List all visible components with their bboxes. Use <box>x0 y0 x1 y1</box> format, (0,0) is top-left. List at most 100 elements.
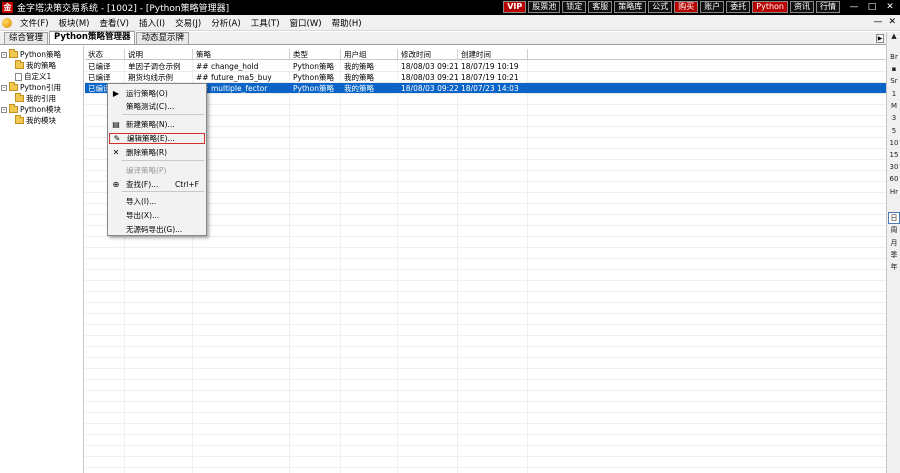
tab-1[interactable]: Python策略管理器 <box>49 31 136 44</box>
context-menu-label: 编译策略(P) <box>126 166 167 175</box>
context-menu-item[interactable]: ✎ 编辑策略(E)... <box>109 133 205 144</box>
menu-item-0[interactable]: 文件(F) <box>15 17 54 29</box>
period-button[interactable]: 30 <box>888 163 900 171</box>
context-menu-label: 运行策略(O) <box>126 89 168 98</box>
close-window-icon[interactable]: ✕ <box>882 1 898 13</box>
menu-item-6[interactable]: 工具(T) <box>246 17 285 29</box>
period-button[interactable]: 周 <box>888 225 900 235</box>
period-button[interactable]: ▲ <box>888 32 900 40</box>
collapse-icon[interactable]: - <box>1 106 7 113</box>
tree-item[interactable]: - Python策略 <box>1 49 61 60</box>
toolbar-button-7[interactable]: 账户 <box>700 1 725 13</box>
toolbar-button-4[interactable]: 策略库 <box>614 1 647 13</box>
period-button[interactable]: 日 <box>888 212 900 224</box>
tree-item[interactable]: 自定义1 <box>15 71 51 82</box>
column-header[interactable]: 创建时间 <box>458 49 528 59</box>
tree-item[interactable]: 我的引用 <box>15 93 56 104</box>
tree-item-label: 我的模块 <box>26 116 56 125</box>
menu-item-2[interactable]: 查看(V) <box>95 17 134 29</box>
tree-item[interactable]: 我的策略 <box>15 60 56 71</box>
collapse-icon[interactable]: - <box>1 51 7 58</box>
menu-separator <box>122 191 204 192</box>
period-button[interactable]: 年 <box>888 262 900 272</box>
period-button[interactable]: M <box>888 102 900 110</box>
close-child-icon[interactable]: ✕ <box>888 17 896 27</box>
title-bar: 金 金字塔决策交易系统 - [1002] - [Python策略管理器] VIP… <box>0 0 900 15</box>
period-button[interactable]: Br <box>888 53 900 61</box>
column-header[interactable]: 类型 <box>290 49 341 59</box>
menu-window-controls: — ✕ <box>873 17 896 27</box>
period-button[interactable]: Sr <box>888 77 900 85</box>
menu-app-icon[interactable] <box>2 17 12 28</box>
toolbar-button-9[interactable]: Python <box>752 1 788 13</box>
right-period-toolbar: ▲ Br ▪ Sr 1 M 3 5 10 15 30 60 Hr 日周月季年 <box>886 32 900 473</box>
toolbar-button-1[interactable]: 股票池 <box>528 1 561 13</box>
title-toolbar: VIP 股票池 锁定 客服 策略库 公式 购买 账户 委托 Python 资讯 行情 <box>503 1 840 13</box>
menu-item-4[interactable]: 交易(J) <box>170 17 206 29</box>
menu-item-3[interactable]: 插入(I) <box>134 17 170 29</box>
context-menu-item[interactable]: ✕ 删除策略(R) <box>109 147 205 158</box>
context-menu-item[interactable]: ▤ 新建策略(N)... <box>109 119 205 130</box>
toolbar-button-5[interactable]: 公式 <box>648 1 673 13</box>
tab-scroll-right-icon[interactable]: ▶ <box>876 34 884 43</box>
column-header[interactable]: 策略 <box>193 49 290 59</box>
toolbar-button-8[interactable]: 委托 <box>726 1 751 13</box>
period-button[interactable]: 3 <box>888 114 900 122</box>
folder-icon <box>9 49 18 58</box>
table-row[interactable]: 已编译 期货均线示例 ## future_ma5_buy Python策略 我的策略 18… <box>85 72 886 83</box>
toolbar-button-6[interactable]: 购买 <box>674 1 699 13</box>
period-button[interactable]: 10 <box>888 139 900 147</box>
period-button[interactable]: 季 <box>888 250 900 260</box>
context-menu-item[interactable]: 无源码导出(G)... <box>109 224 205 235</box>
context-menu-item[interactable]: 策略测试(C)... <box>109 101 205 112</box>
minimize-window-icon[interactable]: — <box>846 1 862 13</box>
menu-separator <box>122 160 204 161</box>
menu-item-7[interactable]: 窗口(W) <box>285 17 327 29</box>
table-cell: ## future_ma5_buy <box>196 73 272 82</box>
toolbar-button-3[interactable]: 客服 <box>588 1 613 13</box>
tab-2[interactable]: 动态显示牌 <box>136 32 189 44</box>
menu-item-1[interactable]: 板块(M) <box>54 17 95 29</box>
table-cell: Python策略 <box>293 73 334 82</box>
tree-item[interactable]: - Python引用 <box>1 82 61 93</box>
period-button[interactable]: 60 <box>888 175 900 183</box>
menu-item-5[interactable]: 分析(A) <box>206 17 245 29</box>
period-button[interactable]: 月 <box>888 238 900 248</box>
context-menu-item[interactable]: 导入(I)... <box>109 196 205 207</box>
column-header[interactable]: 说明 <box>125 49 193 59</box>
table-cell: Python策略 <box>293 84 334 93</box>
column-header[interactable]: 用户组 <box>341 49 398 59</box>
minimize-child-icon[interactable]: — <box>873 17 882 27</box>
column-header[interactable]: 状态 <box>85 49 125 59</box>
context-menu-item[interactable]: ⊕ 查找(F)... Ctrl+F <box>109 179 205 190</box>
tree-item[interactable]: - Python模块 <box>1 104 61 115</box>
table-cell: 单因子调仓示例 <box>128 62 181 71</box>
table-cell: 18/08/03 09:21 <box>401 62 458 71</box>
context-menu-item[interactable]: ▶ 运行策略(O) <box>109 88 205 99</box>
table-cell: 已编译 <box>88 73 111 82</box>
period-button[interactable]: Hr <box>888 188 900 196</box>
maximize-window-icon[interactable]: □ <box>864 1 880 13</box>
tab-0[interactable]: 综合管理 <box>4 32 49 44</box>
period-button[interactable]: 5 <box>888 127 900 135</box>
toolbar-button-2[interactable]: 锁定 <box>562 1 587 13</box>
context-menu-item: 编译策略(P) <box>109 165 205 176</box>
table-cell: 我的策略 <box>344 62 374 71</box>
context-menu-item[interactable]: 导出(X)... <box>109 210 205 221</box>
tree-item[interactable]: 我的模块 <box>15 115 56 126</box>
toolbar-button-10[interactable]: 资讯 <box>790 1 814 13</box>
period-button[interactable]: 15 <box>888 151 900 159</box>
shortcut-label: Ctrl+F <box>175 180 199 189</box>
column-header[interactable]: 修改时间 <box>398 49 458 59</box>
toolbar-button-11[interactable]: 行情 <box>816 1 840 13</box>
app-logo-icon: 金 <box>2 2 13 13</box>
table-cell: 已编译 <box>88 62 111 71</box>
menu-item-8[interactable]: 帮助(H) <box>327 17 367 29</box>
collapse-icon[interactable]: - <box>1 84 7 91</box>
period-button[interactable]: ▪ <box>888 65 900 73</box>
period-button[interactable]: 1 <box>888 90 900 98</box>
tree-item-label: Python策略 <box>20 50 61 59</box>
toolbar-button-0[interactable]: VIP <box>503 1 527 13</box>
table-row[interactable]: 已编译 单因子调仓示例 ## change_hold Python策略 我的策略 18/0… <box>85 61 886 72</box>
table-cell: 18/08/03 09:21 <box>401 73 458 82</box>
